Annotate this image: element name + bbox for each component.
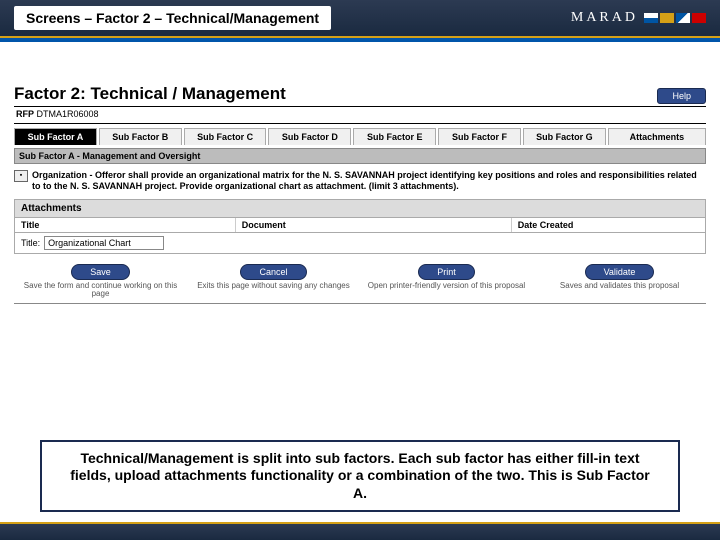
tab-sub-factor-e[interactable]: Sub Factor E bbox=[353, 128, 436, 145]
subfactor-tabs: Sub Factor A Sub Factor B Sub Factor C S… bbox=[14, 128, 706, 145]
col-title: Title bbox=[15, 218, 236, 232]
tab-attachments[interactable]: Attachments bbox=[608, 128, 706, 145]
tab-sub-factor-d[interactable]: Sub Factor D bbox=[268, 128, 351, 145]
help-button[interactable]: Help bbox=[657, 88, 706, 104]
attachment-title-input[interactable] bbox=[44, 236, 164, 250]
action-bar: Save Save the form and continue working … bbox=[14, 260, 706, 304]
col-date-created: Date Created bbox=[512, 218, 705, 232]
subfactor-heading: Sub Factor A - Management and Oversight bbox=[14, 148, 706, 164]
slide-caption: Technical/Management is split into sub f… bbox=[40, 440, 680, 513]
cancel-button[interactable]: Cancel bbox=[240, 264, 306, 280]
rfp-label: RFP bbox=[16, 109, 34, 119]
tab-sub-factor-a[interactable]: Sub Factor A bbox=[14, 128, 97, 145]
validate-button[interactable]: Validate bbox=[585, 264, 655, 280]
attachment-title-label: Title: bbox=[21, 238, 40, 248]
tab-sub-factor-g[interactable]: Sub Factor G bbox=[523, 128, 606, 145]
attachments-header: Attachments bbox=[14, 199, 706, 218]
save-desc: Save the form and continue working on th… bbox=[20, 282, 181, 300]
page-title: Factor 2: Technical / Management bbox=[14, 84, 286, 104]
rfp-value: DTMA1R06008 bbox=[37, 109, 99, 119]
brand-text: MARAD bbox=[571, 10, 638, 26]
attachments-columns: Title Document Date Created bbox=[14, 218, 706, 233]
save-button[interactable]: Save bbox=[71, 264, 130, 280]
app-screenshot-region: Factor 2: Technical / Management Help RF… bbox=[0, 78, 720, 304]
cancel-desc: Exits this page without saving any chang… bbox=[193, 282, 354, 291]
slide-top-bar: Screens – Factor 2 – Technical/Managemen… bbox=[0, 0, 720, 38]
slide-footer-bar bbox=[0, 522, 720, 540]
organization-question-text: Organization - Offeror shall provide an … bbox=[32, 170, 706, 193]
tab-sub-factor-c[interactable]: Sub Factor C bbox=[184, 128, 267, 145]
print-button[interactable]: Print bbox=[418, 264, 475, 280]
rfp-line: RFP DTMA1R06008 bbox=[14, 107, 706, 124]
slide-title: Screens – Factor 2 – Technical/Managemen… bbox=[14, 6, 331, 30]
organization-question-row: ▪ Organization - Offeror shall provide a… bbox=[14, 170, 706, 193]
expand-icon[interactable]: ▪ bbox=[14, 170, 28, 182]
validate-desc: Saves and validates this proposal bbox=[539, 282, 700, 291]
attachment-title-row: Title: bbox=[14, 233, 706, 254]
tab-sub-factor-b[interactable]: Sub Factor B bbox=[99, 128, 182, 145]
col-document: Document bbox=[236, 218, 512, 232]
divider bbox=[14, 303, 706, 304]
print-desc: Open printer-friendly version of this pr… bbox=[366, 282, 527, 291]
tab-sub-factor-f[interactable]: Sub Factor F bbox=[438, 128, 521, 145]
brand-flags-icon bbox=[644, 13, 706, 23]
brand-block: MARAD bbox=[571, 10, 706, 26]
